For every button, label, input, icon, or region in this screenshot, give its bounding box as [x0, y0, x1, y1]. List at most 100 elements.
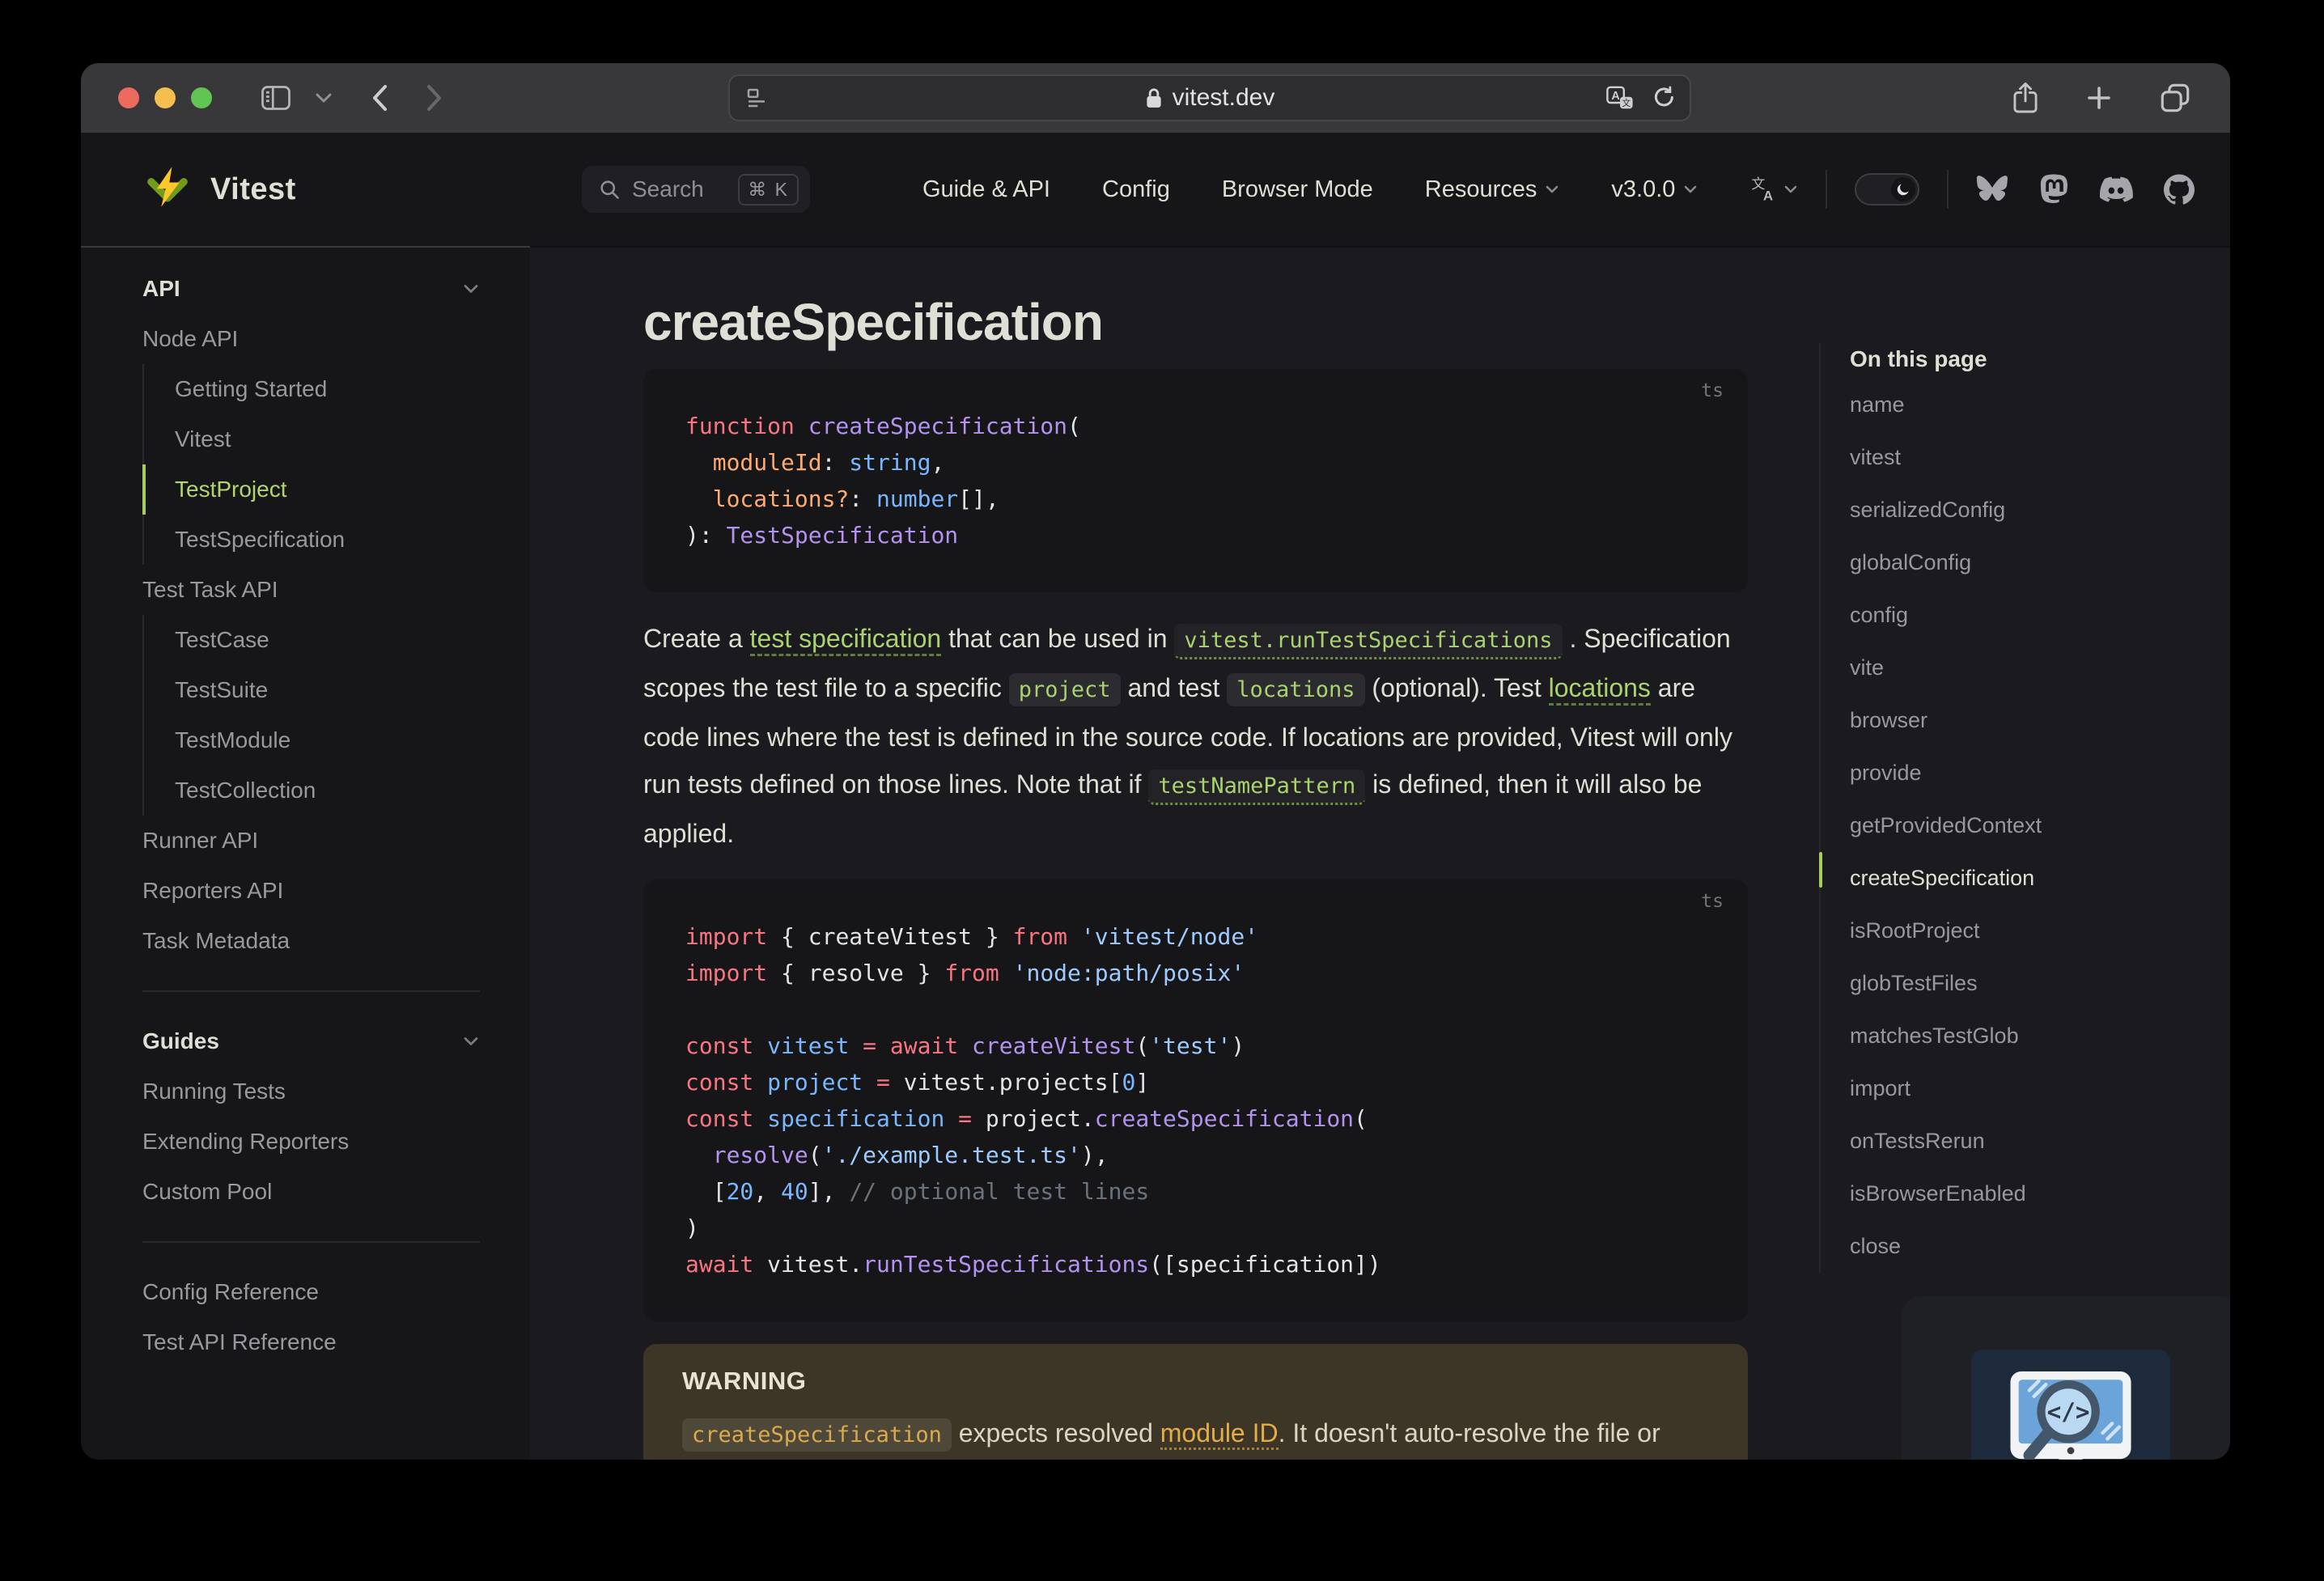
sidebar-item-vitest[interactable]: Vitest: [142, 414, 480, 464]
search-icon: [598, 178, 621, 201]
sponsor-card[interactable]: </>: [1902, 1296, 2230, 1460]
toc-item-matchestestglob[interactable]: matchesTestGlob: [1850, 1010, 2230, 1062]
header-nav: Search ⌘ K Guide & API Config Browser Mo…: [530, 133, 2230, 248]
sidebar-section-label: API: [142, 276, 180, 301]
toc-item-isrootproject[interactable]: isRootProject: [1850, 905, 2230, 957]
toc-item-globalconfig[interactable]: globalConfig: [1850, 536, 2230, 589]
text-segment: expects resolved: [951, 1418, 1160, 1447]
toc-item-ontestsrerun[interactable]: onTestsRerun: [1850, 1115, 2230, 1168]
search-shortcut-badge: ⌘ K: [738, 173, 799, 206]
discord-icon[interactable]: [2099, 176, 2133, 203]
nav-resources[interactable]: Resources: [1425, 176, 1560, 203]
sidebar-item-runner-api[interactable]: Runner API: [142, 816, 480, 866]
chevron-down-icon: [1784, 185, 1797, 193]
sidebar-item-extending-reporters[interactable]: Extending Reporters: [142, 1117, 480, 1167]
mastodon-icon[interactable]: [2039, 174, 2068, 205]
code-line: locations?: number[],: [712, 485, 999, 512]
close-window-button[interactable]: [118, 87, 139, 108]
code-block-signature: ts function createSpecification( moduleI…: [643, 369, 1748, 592]
divider: [1826, 170, 1827, 209]
sidebar-section-api[interactable]: API: [142, 264, 480, 314]
warning-title: WARNING: [682, 1367, 807, 1395]
logo-area[interactable]: Vitest: [81, 133, 530, 248]
address-bar[interactable]: vitest.dev A 文: [728, 74, 1691, 121]
search-input[interactable]: Search ⌘ K: [582, 166, 810, 213]
forward-button-icon[interactable]: [424, 82, 445, 114]
inline-link[interactable]: testNamePattern: [1148, 769, 1366, 805]
zoom-window-button[interactable]: [191, 87, 212, 108]
nav-config[interactable]: Config: [1102, 176, 1170, 203]
nav-guide-api[interactable]: Guide & API: [922, 176, 1050, 203]
share-icon[interactable]: [2012, 81, 2039, 115]
sidebar-item-testspecification[interactable]: TestSpecification: [142, 515, 480, 565]
translate-icon[interactable]: A 文: [1605, 85, 1635, 111]
toc-item-name[interactable]: name: [1850, 379, 2230, 431]
code-lang-label: ts: [1701, 891, 1724, 912]
code-lang-label: ts: [1701, 380, 1724, 401]
bluesky-icon[interactable]: [1976, 175, 2008, 204]
sidebar-item-testproject[interactable]: TestProject: [142, 464, 480, 515]
text-segment: that can be used in: [941, 624, 1175, 653]
toc-item-vitest[interactable]: vitest: [1850, 431, 2230, 484]
sidebar-item-test-task-api[interactable]: Test Task API: [142, 565, 480, 615]
divider: [142, 990, 480, 992]
toc-item-browser[interactable]: browser: [1850, 694, 2230, 747]
toc-item-vite[interactable]: vite: [1850, 642, 2230, 694]
inline-link[interactable]: module ID: [1160, 1418, 1279, 1450]
nav-browser-mode[interactable]: Browser Mode: [1222, 176, 1373, 203]
sidebar-toggle-icon[interactable]: [259, 83, 293, 112]
tab-overview-icon[interactable]: [2159, 82, 2191, 114]
chevron-down-icon: [1546, 185, 1559, 193]
toc-item-getprovidedcontext[interactable]: getProvidedContext: [1850, 799, 2230, 852]
back-button-icon[interactable]: [369, 82, 390, 114]
sidebar-section-guides[interactable]: Guides: [142, 1016, 480, 1066]
chevron-down-icon: [464, 1037, 478, 1045]
reload-icon[interactable]: [1652, 86, 1677, 110]
sidebar-item-test-api-reference[interactable]: Test API Reference: [142, 1317, 480, 1367]
inline-code: project: [1008, 673, 1121, 706]
code-line: const vitest = await createVitest('test'…: [685, 1032, 1245, 1059]
code-line: resolve('./example.test.ts'),: [712, 1142, 1109, 1168]
toc-item-globtestfiles[interactable]: globTestFiles: [1850, 957, 2230, 1010]
sidebar-item-task-metadata[interactable]: Task Metadata: [142, 916, 480, 966]
svg-text:</>: </>: [2047, 1398, 2090, 1426]
on-this-page: On this page name vitest serializedConfig g…: [1819, 248, 2230, 1460]
page-title: createSpecification: [643, 293, 1104, 351]
search-placeholder: Search: [632, 176, 704, 201]
toc-item-isbrowserenabled[interactable]: isBrowserEnabled: [1850, 1168, 2230, 1220]
chevron-down-icon: [464, 285, 478, 293]
new-tab-icon[interactable]: [2084, 83, 2114, 112]
toc-item-config[interactable]: config: [1850, 589, 2230, 642]
translate-icon: 文 A: [1751, 176, 1773, 203]
toc-item-import[interactable]: import: [1850, 1062, 2230, 1115]
sidebar-item-testcollection[interactable]: TestCollection: [142, 765, 480, 816]
inline-link[interactable]: vitest.runTestSpecifications: [1174, 624, 1563, 659]
sidebar-item-custom-pool[interactable]: Custom Pool: [142, 1167, 480, 1217]
code-line: const project = vitest.projects[0]: [685, 1069, 1150, 1096]
toc-item-createspecification[interactable]: createSpecification: [1850, 852, 2230, 905]
sidebar-item-testcase[interactable]: TestCase: [142, 615, 480, 665]
code-line: [20, 40], // optional test lines: [685, 1178, 1150, 1205]
tab-group-chevron-icon[interactable]: [314, 91, 333, 104]
toc-item-close[interactable]: close: [1850, 1220, 2230, 1273]
toc-item-provide[interactable]: provide: [1850, 747, 2230, 799]
nav-version[interactable]: v3.0.0: [1611, 176, 1698, 203]
code-line: ): [685, 1214, 699, 1241]
sidebar-item-running-tests[interactable]: Running Tests: [142, 1066, 480, 1117]
github-icon[interactable]: [2164, 174, 2195, 205]
sidebar-item-testsuite[interactable]: TestSuite: [142, 665, 480, 715]
language-menu[interactable]: 文 A: [1749, 176, 1798, 203]
sidebar-item-reporters-api[interactable]: Reporters API: [142, 866, 480, 916]
theme-toggle[interactable]: [1855, 173, 1919, 206]
inline-link[interactable]: locations: [1548, 673, 1651, 706]
minimize-window-button[interactable]: [155, 87, 176, 108]
sidebar-item-config-reference[interactable]: Config Reference: [142, 1267, 480, 1317]
sidebar-item-getting-started[interactable]: Getting Started: [142, 364, 480, 414]
sidebar-item-testmodule[interactable]: TestModule: [142, 715, 480, 765]
toc-item-serializedconfig[interactable]: serializedConfig: [1850, 484, 2230, 536]
inline-link[interactable]: test specification: [749, 624, 942, 656]
svg-text:文: 文: [1622, 97, 1631, 108]
sidebar-item-node-api[interactable]: Node API: [142, 314, 480, 364]
description-paragraph: Create a test specification that can be …: [643, 615, 1748, 857]
